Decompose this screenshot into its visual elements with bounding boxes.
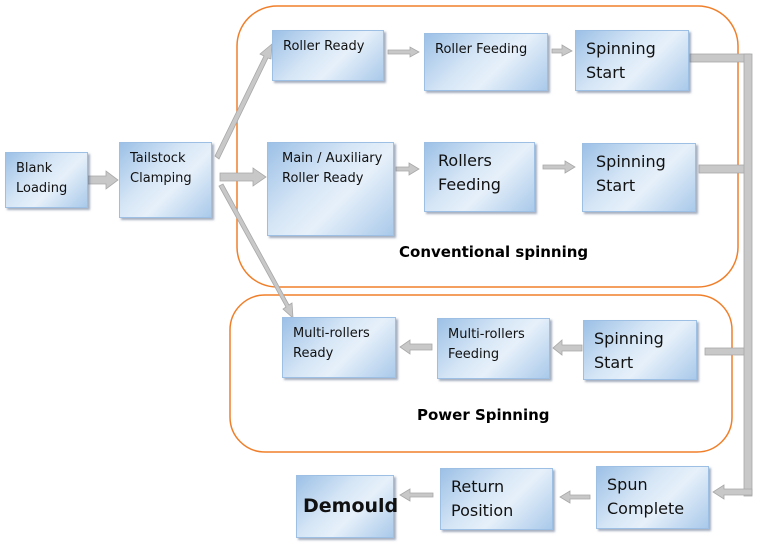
- node-spinning-start-3: Spinning Start: [583, 320, 697, 380]
- arrow-blank-to-tailstock: [87, 170, 119, 190]
- node-main-auxiliary-roller-ready: Main / Auxiliary Roller Ready: [267, 142, 394, 236]
- arrow-tailstock-to-main: [219, 167, 267, 187]
- arrow-tailstock-to-roller-ready: [214, 43, 273, 160]
- node-multi-rollers-ready: Multi-rollers Ready: [282, 317, 396, 378]
- bus-to-start3: [704, 347, 751, 356]
- arrow-roller-ready-to-feeding: [387, 46, 420, 58]
- bus-from-start2: [698, 164, 751, 174]
- arrow-roller-feeding-to-start: [551, 44, 573, 57]
- node-return-position: Return Position: [440, 468, 553, 530]
- bus-from-start1: [689, 53, 751, 63]
- node-roller-feeding: Roller Feeding: [424, 33, 548, 91]
- arrow-rollers-feeding-to-start: [542, 160, 576, 174]
- process-flow-diagram: Blank Loading Tailstock Clamping Roller …: [0, 0, 757, 546]
- node-roller-ready: Roller Ready: [272, 30, 384, 81]
- arrow-return-to-demould: [399, 488, 434, 502]
- arrow-main-to-rollers-feeding: [395, 162, 420, 176]
- power-spinning-label: Power Spinning: [417, 406, 550, 424]
- node-spinning-start-2: Spinning Start: [582, 143, 696, 212]
- node-demould: Demould: [296, 475, 398, 538]
- arrow-multi-feeding-to-ready: [399, 339, 433, 355]
- node-multi-rollers-feeding: Multi-rollers Feeding: [437, 318, 550, 379]
- node-tailstock-clamping: Tailstock Clamping: [119, 142, 212, 218]
- arrow-start3-to-multi-feeding: [552, 339, 583, 356]
- vertical-return-bus: [743, 53, 753, 497]
- node-spun-complete: Spun Complete: [596, 466, 709, 529]
- arrow-spun-to-return: [559, 490, 591, 504]
- node-spinning-start-1: Spinning Start: [575, 30, 689, 91]
- node-blank-loading: Blank Loading: [5, 152, 88, 208]
- conventional-spinning-label: Conventional spinning: [399, 243, 589, 261]
- node-rollers-feeding: Rollers Feeding: [424, 142, 535, 212]
